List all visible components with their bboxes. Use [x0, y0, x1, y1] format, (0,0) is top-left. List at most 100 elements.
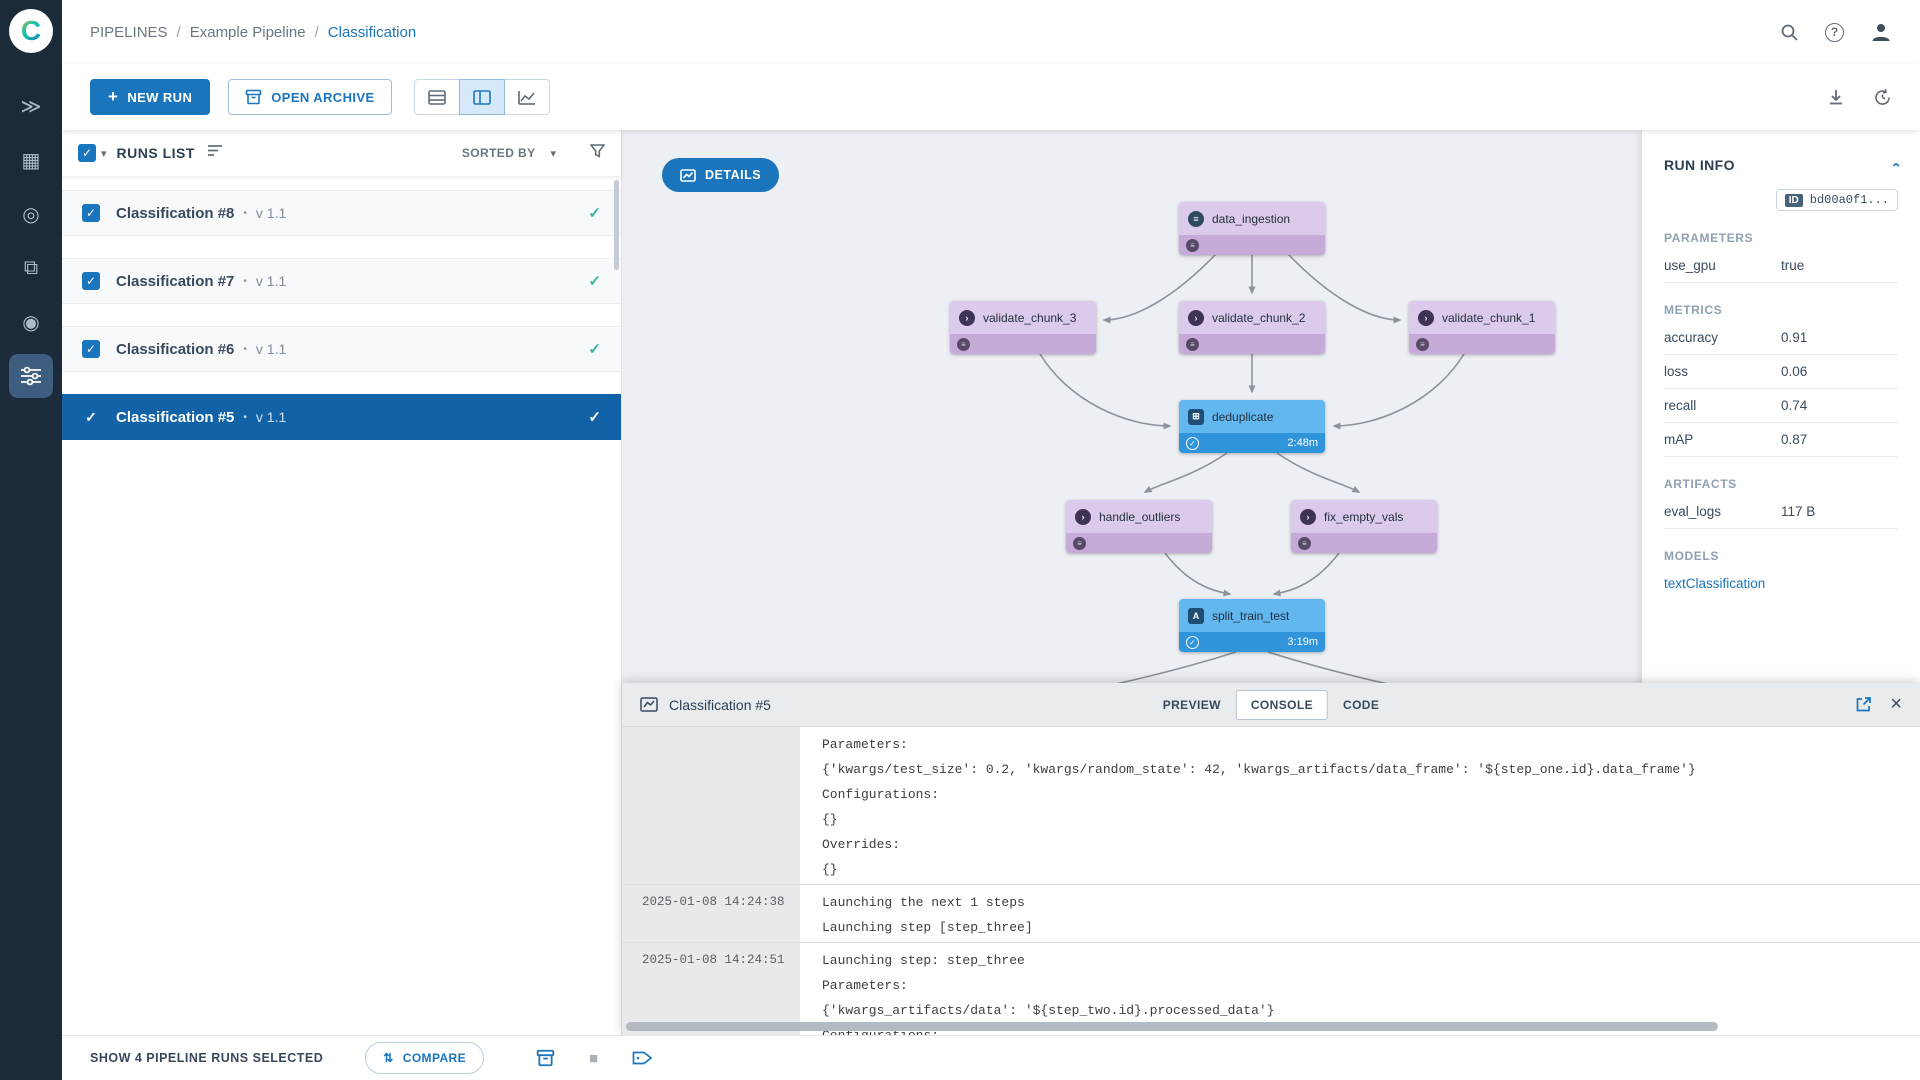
tab-console[interactable]: CONSOLE	[1235, 689, 1329, 720]
table-view-button[interactable]	[413, 79, 460, 115]
database-icon: ≡	[1188, 210, 1204, 227]
graph-node-deduplicate[interactable]: ⊞ deduplicate ✓ 2:48m	[1179, 400, 1325, 453]
globe-icon: ◉	[22, 311, 40, 334]
collapse-chevron-icon[interactable]: ›	[1887, 162, 1904, 167]
double-chevron-icon: ≫	[20, 95, 42, 118]
run-list-item-selected[interactable]: ✓ Classification #5 • v 1.1 ✓	[62, 394, 621, 440]
graph-node-split-train-test[interactable]: Asplit_train_test ✓ 3:19m	[1179, 599, 1325, 652]
nav-item-dashboard[interactable]: ▦	[9, 138, 53, 182]
metric-key: mAP	[1664, 432, 1694, 447]
pipeline-toolbar: + NEW RUN OPEN ARCHIVE	[62, 64, 1920, 130]
search-button[interactable]	[1780, 23, 1799, 42]
model-link[interactable]: textClassification	[1664, 567, 1898, 600]
target-icon: ◎	[22, 203, 40, 226]
runs-list-title: RUNS LIST	[116, 145, 195, 161]
node-label: split_train_test	[1212, 608, 1290, 623]
auto-refresh-button[interactable]	[1873, 88, 1892, 107]
selected-check-icon[interactable]: ✓	[82, 409, 100, 426]
stop-icon: ■	[589, 1049, 599, 1067]
node-label: deduplicate	[1212, 409, 1274, 424]
log-line: {'kwargs/test_size': 0.2, 'kwargs/random…	[822, 762, 1696, 777]
horizontal-scrollbar[interactable]	[626, 1022, 1718, 1031]
run-id-chip[interactable]: ID bd00a0f1...	[1775, 189, 1898, 211]
run-name: Classification #7	[116, 272, 235, 290]
graph-node-fix-empty-vals[interactable]: › fix_empty_vals ≡	[1291, 500, 1437, 553]
node-label: handle_outliers	[1099, 509, 1181, 524]
metric-row: recall 0.74	[1664, 389, 1898, 423]
metric-key: loss	[1664, 364, 1689, 379]
node-duration: 2:48m	[1287, 437, 1318, 449]
runs-list-scrollbar[interactable]	[614, 180, 619, 270]
nav-item-launch[interactable]: ≫	[9, 84, 53, 128]
table-view-icon	[427, 89, 446, 105]
console-panel: Classification #5 PREVIEW CONSOLE CODE ×	[622, 683, 1920, 1035]
success-check-icon: ✓	[1186, 436, 1199, 450]
cached-icon: ≡	[1186, 238, 1199, 252]
enqueue-selected-button[interactable]	[632, 1049, 653, 1067]
abort-selected-button[interactable]: ■	[589, 1050, 598, 1067]
open-in-window-button[interactable]	[1855, 696, 1872, 713]
run-info-title: RUN INFO	[1664, 156, 1735, 173]
selection-caret-icon[interactable]: ▾	[101, 147, 107, 160]
filter-button[interactable]	[589, 143, 606, 163]
nav-item-experiments[interactable]: ◎	[9, 192, 53, 236]
chart-view-icon	[517, 90, 535, 105]
metric-value: 0.91	[1781, 330, 1808, 345]
run-list-item[interactable]: ✓ Classification #8 • v 1.1 ✓	[62, 190, 621, 236]
download-button[interactable]	[1827, 88, 1845, 106]
bullet-icon: •	[243, 275, 247, 287]
step-icon: ›	[1188, 309, 1204, 326]
breadcrumb-project[interactable]: Example Pipeline	[190, 24, 306, 41]
profile-button[interactable]	[1870, 21, 1892, 43]
filter-icon	[589, 143, 606, 158]
graph-node-handle-outliers[interactable]: › handle_outliers ≡	[1066, 500, 1212, 553]
tab-preview[interactable]: PREVIEW	[1148, 690, 1236, 720]
nav-item-pipelines[interactable]	[9, 354, 53, 398]
code-icon: A	[1188, 607, 1204, 624]
run-checkbox[interactable]: ✓	[82, 272, 100, 290]
breadcrumb-current[interactable]: Classification	[328, 24, 416, 41]
nav-item-datasets[interactable]: ⧉	[9, 246, 53, 290]
split-view-button[interactable]	[458, 79, 505, 115]
top-bar: PIPELINES / Example Pipeline / Classific…	[62, 0, 1920, 64]
graph-node-validate-chunk-3[interactable]: › validate_chunk_3 ≡	[950, 301, 1096, 354]
select-all-checkbox[interactable]: ✓	[78, 144, 96, 162]
cached-icon: ≡	[1298, 536, 1311, 550]
compare-button[interactable]: ⇅ COMPARE	[365, 1042, 484, 1074]
log-line: Launching the next 1 steps	[822, 895, 1025, 910]
console-log[interactable]: Parameters: {'kwargs/test_size': 0.2, 'k…	[622, 727, 1920, 1035]
console-tabs: PREVIEW CONSOLE CODE	[1148, 689, 1395, 720]
runs-list-header: ✓ ▾ RUNS LIST SORTED BY ▾	[62, 130, 621, 176]
grid-icon: ⊞	[1188, 408, 1204, 425]
graph-node-data-ingestion[interactable]: ≡ data_ingestion ≡	[1179, 202, 1325, 255]
run-preview-icon	[640, 697, 658, 712]
new-run-button[interactable]: + NEW RUN	[90, 79, 211, 115]
chart-view-button[interactable]	[503, 79, 550, 115]
plus-icon: +	[108, 87, 119, 106]
bullet-icon: •	[243, 411, 247, 423]
logo-letter: C	[20, 15, 42, 46]
step-icon: ›	[1300, 508, 1316, 525]
open-archive-button[interactable]: OPEN ARCHIVE	[228, 79, 392, 115]
sort-icon[interactable]	[207, 144, 223, 162]
sorted-by-caret-icon[interactable]: ▾	[550, 147, 556, 160]
archive-selected-button[interactable]	[536, 1049, 555, 1067]
run-checkbox[interactable]: ✓	[82, 340, 100, 358]
details-button[interactable]: DETAILS	[662, 158, 780, 192]
graph-node-validate-chunk-2[interactable]: › validate_chunk_2 ≡	[1179, 301, 1325, 354]
sorted-by-dropdown[interactable]: SORTED BY	[462, 146, 536, 160]
model-name: textClassification	[1664, 576, 1766, 591]
id-badge: ID	[1784, 193, 1803, 207]
run-checkbox[interactable]: ✓	[82, 204, 100, 222]
close-console-button[interactable]: ×	[1890, 693, 1902, 716]
refresh-clock-icon	[1875, 88, 1890, 105]
run-list-item[interactable]: ✓ Classification #6 • v 1.1 ✓	[62, 326, 621, 372]
help-button[interactable]: ?	[1825, 22, 1844, 42]
graph-node-validate-chunk-1[interactable]: › validate_chunk_1 ≡	[1409, 301, 1555, 354]
nav-item-models[interactable]: ◉	[9, 300, 53, 344]
breadcrumb-pipelines[interactable]: PIPELINES	[90, 24, 168, 41]
clearml-logo[interactable]: C	[9, 9, 53, 53]
run-list-item[interactable]: ✓ Classification #7 • v 1.1 ✓	[62, 258, 621, 304]
parameters-section-title: PARAMETERS	[1664, 231, 1754, 245]
tab-code[interactable]: CODE	[1328, 690, 1394, 720]
